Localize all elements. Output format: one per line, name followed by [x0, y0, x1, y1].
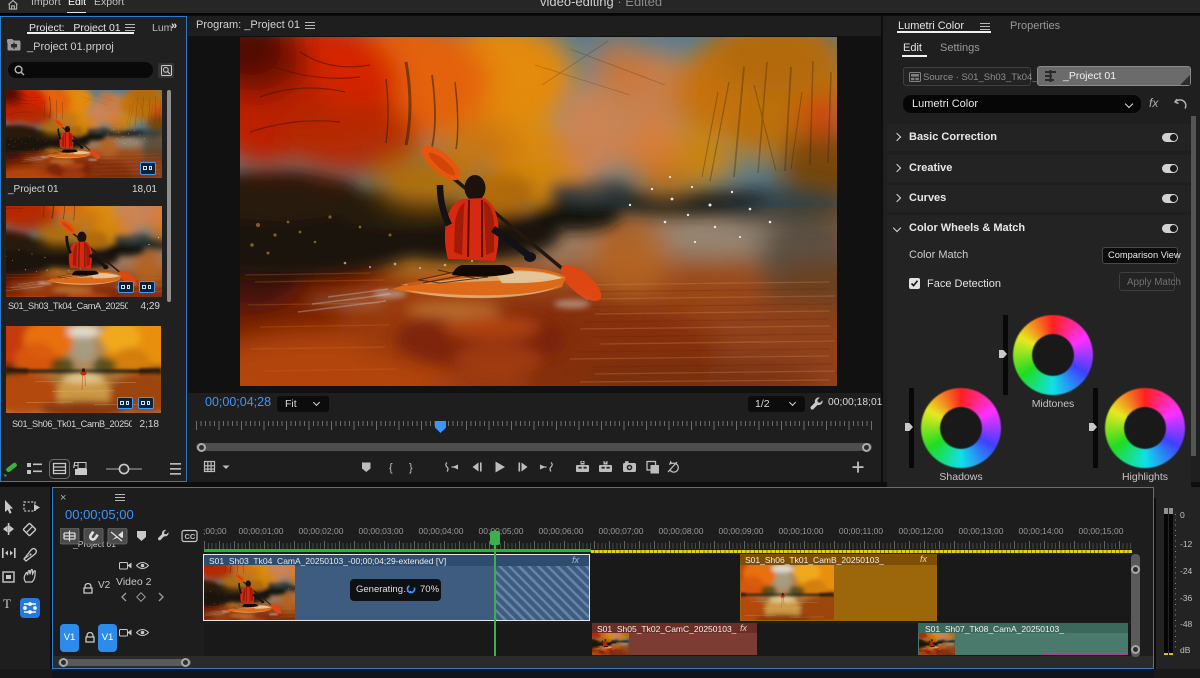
svg-text:{: {	[389, 462, 393, 474]
svg-text:CC: CC	[185, 532, 196, 541]
svg-text:T: T	[3, 596, 11, 611]
svg-text:}: }	[409, 462, 413, 474]
